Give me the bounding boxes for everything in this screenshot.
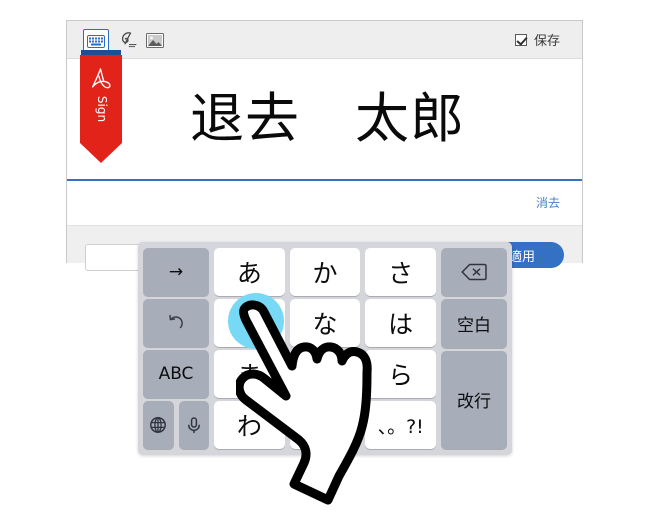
key-ya[interactable]: や	[289, 350, 361, 398]
key-ma[interactable]: ま	[214, 350, 285, 398]
erase-link[interactable]: 消去	[536, 194, 560, 211]
erase-row: 消去	[67, 183, 582, 225]
key-backspace[interactable]	[441, 248, 507, 297]
key-mic[interactable]	[178, 401, 209, 449]
keyboard-row-3: ま や ら	[214, 350, 437, 398]
signature-dialog: 保存 退去 太郎 消去 × 閉じる 適用	[66, 20, 583, 272]
key-n[interactable]: ん	[289, 401, 361, 449]
key-ta[interactable]: た	[214, 299, 285, 347]
pen-draw-icon	[117, 31, 137, 49]
onscreen-keyboard[interactable]: → ABC あ か さ た な は ま や ら わ ん 、。?! 空白 改行	[138, 242, 512, 455]
keyboard-bottom-left-pair	[143, 401, 209, 449]
key-abc-label: ABC	[158, 364, 194, 384]
dialog-toolbar: 保存	[67, 21, 582, 59]
key-a[interactable]: あ	[214, 248, 285, 296]
ribbon-shape	[80, 55, 122, 163]
keyboard-row-4: わ ん 、。?!	[214, 401, 437, 449]
signature-text: 退去 太郎	[190, 87, 465, 150]
save-label: 保存	[533, 34, 560, 49]
key-undo[interactable]	[143, 299, 209, 347]
tab-image-input[interactable]	[143, 29, 167, 51]
key-arrow-right[interactable]: →	[143, 248, 209, 296]
image-icon	[146, 32, 164, 48]
key-ha[interactable]: は	[365, 299, 437, 347]
save-signature-toggle[interactable]: 保存	[514, 30, 560, 49]
key-space[interactable]: 空白	[441, 299, 507, 348]
keyboard-kana-grid: あ か さ た な は ま や ら わ ん 、。?!	[214, 248, 437, 449]
key-sa[interactable]: さ	[365, 248, 437, 296]
signature-canvas[interactable]: 退去 太郎	[67, 59, 582, 181]
key-ka[interactable]: か	[289, 248, 361, 296]
key-ra[interactable]: ら	[365, 350, 437, 398]
adobe-sign-ribbon[interactable]: Sign	[80, 50, 122, 163]
undo-icon	[166, 313, 186, 333]
keyboard-row-2: た な は	[214, 299, 437, 347]
keyboard-icon	[87, 34, 105, 48]
key-wa[interactable]: わ	[214, 401, 285, 449]
key-globe[interactable]	[143, 401, 174, 449]
backspace-icon	[461, 262, 487, 282]
keyboard-row-1: あ か さ	[214, 248, 437, 296]
tab-draw-input[interactable]	[115, 29, 139, 51]
keyboard-right-column: 空白 改行	[441, 248, 507, 449]
microphone-icon	[184, 415, 204, 435]
key-punctuation[interactable]: 、。?!	[365, 401, 437, 449]
save-checkbox[interactable]	[514, 33, 527, 46]
key-abc[interactable]: ABC	[143, 350, 209, 398]
key-return[interactable]: 改行	[441, 350, 507, 449]
globe-icon	[148, 415, 168, 435]
key-na[interactable]: な	[289, 299, 361, 347]
arrow-right-icon: →	[168, 262, 184, 282]
keyboard-left-column: → ABC	[143, 248, 209, 449]
